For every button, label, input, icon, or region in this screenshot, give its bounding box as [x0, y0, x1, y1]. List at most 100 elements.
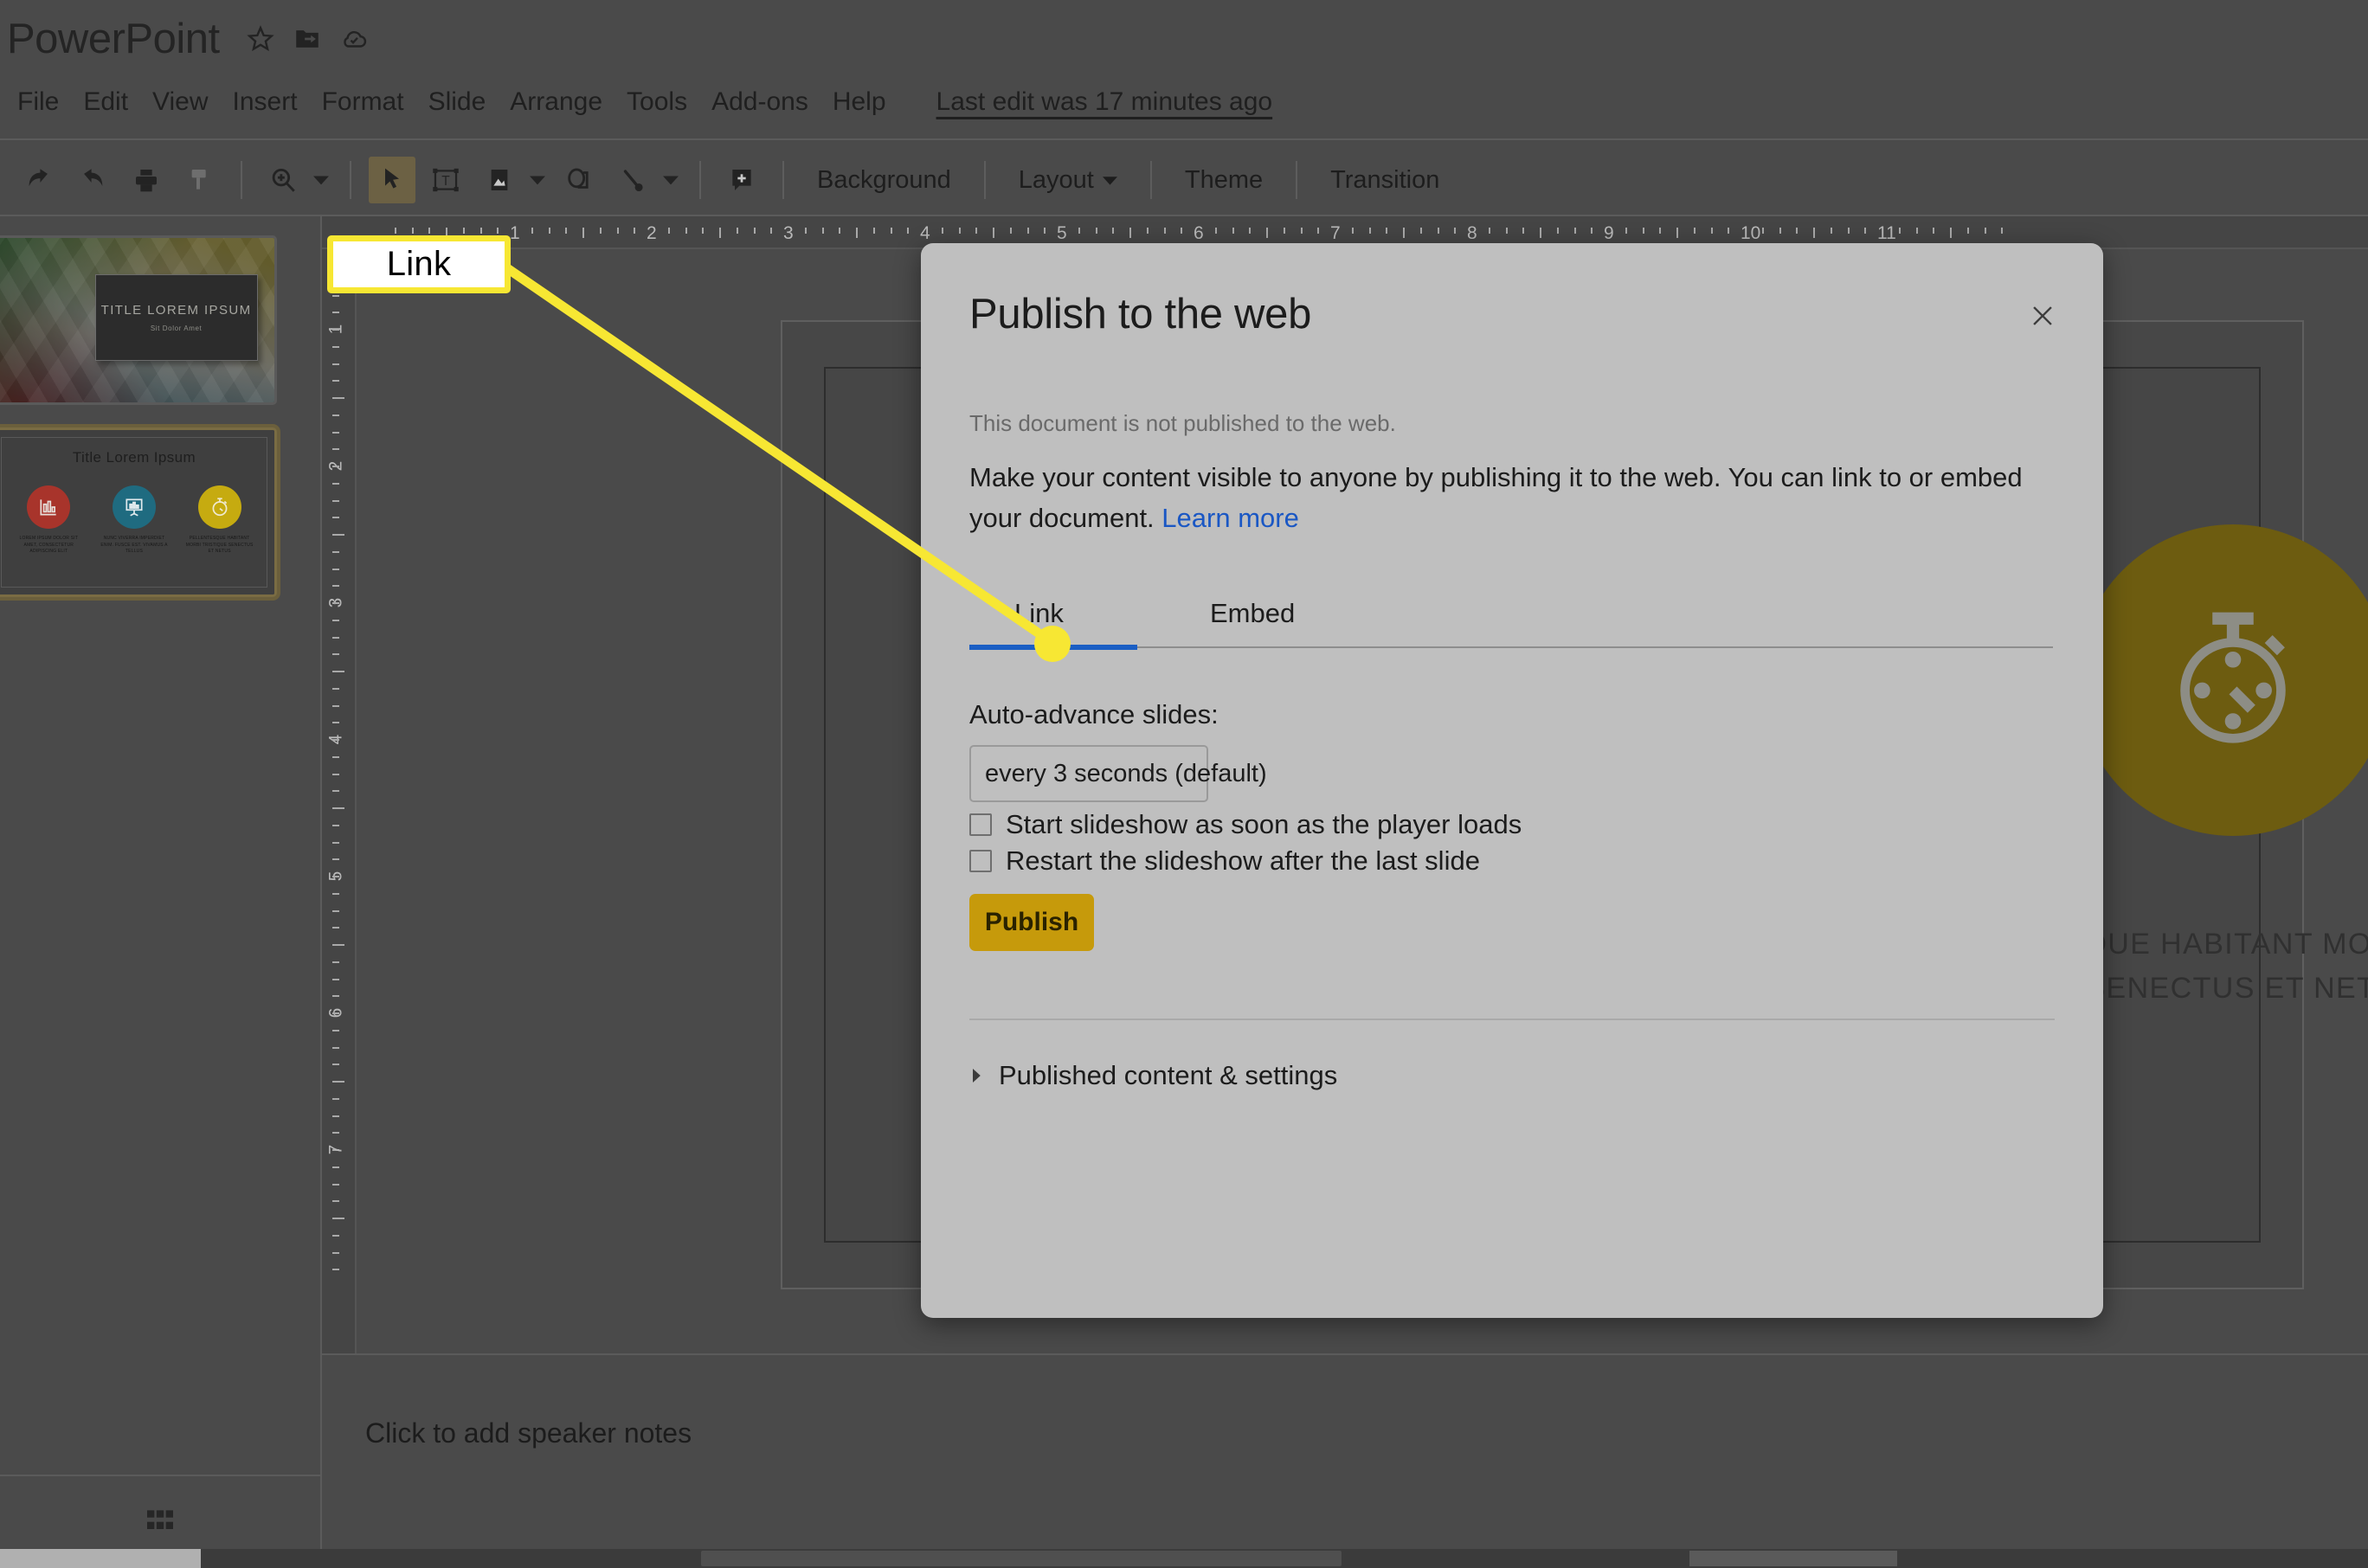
ruler-tick — [890, 228, 892, 234]
ruler-tick — [428, 228, 431, 234]
ruler-tick — [1317, 228, 1320, 234]
ruler-tick — [1009, 228, 1012, 234]
tab-embed[interactable]: Embed — [1210, 598, 1295, 645]
close-icon[interactable] — [2024, 297, 2062, 335]
ruler-tick — [839, 228, 841, 234]
publish-button[interactable]: Publish — [969, 894, 1094, 951]
menu-item-view[interactable]: View — [140, 86, 220, 119]
ruler-tick — [332, 671, 344, 672]
dialog-description: Make your content visible to anyone by p… — [969, 458, 2034, 538]
scrollbar-thumb[interactable] — [701, 1551, 1342, 1566]
ruler-tick — [702, 228, 705, 234]
ruler-tick — [1403, 228, 1405, 238]
comment-icon[interactable] — [718, 157, 765, 203]
slide-thumbnail-1[interactable]: TITLE LOREM IPSUM Sit Dolor Amet — [0, 235, 277, 405]
start-slideshow-checkbox[interactable] — [969, 813, 992, 836]
auto-advance-value: every 3 seconds (default) — [985, 759, 1267, 787]
ruler-tick — [332, 448, 339, 451]
ruler-tick — [821, 228, 824, 234]
menu-item-arrange[interactable]: Arrange — [498, 86, 615, 119]
ruler-tick — [332, 602, 339, 604]
tab-link[interactable]: Link — [1014, 598, 1064, 645]
print-icon[interactable] — [123, 157, 170, 203]
published-content-settings-row[interactable]: Published content & settings — [969, 1060, 1337, 1091]
menu-item-addons[interactable]: Add-ons — [699, 86, 820, 119]
ruler-tick — [1796, 228, 1799, 234]
slide1-title-card: TITLE LOREM IPSUM Sit Dolor Amet — [94, 273, 258, 362]
last-edit-status[interactable]: Last edit was 17 minutes ago — [936, 87, 1273, 117]
select-icon[interactable] — [369, 157, 415, 203]
line-icon[interactable] — [609, 157, 656, 203]
slide2-column-2: NUNC VIVERRA IMPERDIET ENIM. FUSCE EST. … — [98, 485, 171, 556]
vertical-ruler[interactable]: 1234567 — [322, 249, 357, 1353]
menu-item-slide[interactable]: Slide — [416, 86, 499, 119]
zoom-icon[interactable] — [260, 157, 306, 203]
ruler-tick — [1249, 228, 1252, 234]
ruler-tick — [667, 228, 670, 234]
ruler-tick — [332, 824, 339, 826]
speaker-notes-panel[interactable]: Click to add speaker notes — [322, 1353, 2368, 1568]
slide2-column-1: LOREM IPSUM DOLOR SIT AMET, CONSECTETUR … — [12, 485, 85, 556]
ruler-tick — [1915, 228, 1918, 234]
ruler-tick — [1232, 228, 1234, 234]
theme-button[interactable]: Theme — [1166, 165, 1282, 194]
auto-advance-select[interactable]: every 3 seconds (default) — [969, 745, 1267, 802]
ruler-tick — [1693, 228, 1696, 234]
ruler-label: 9 — [1604, 223, 1614, 243]
app-window: PowerPoint File Edit View Insert Format … — [0, 0, 2368, 1568]
ruler-tick — [332, 517, 339, 519]
grid-view-icon[interactable] — [143, 1503, 177, 1542]
menu-item-format[interactable]: Format — [310, 86, 416, 119]
ruler-tick — [1710, 228, 1713, 234]
checkbox-row-start-slideshow[interactable]: Start slideshow as soon as the player lo… — [969, 809, 1522, 840]
ruler-tick — [332, 944, 344, 946]
move-to-folder-icon[interactable] — [293, 24, 322, 54]
line-caret-icon[interactable] — [660, 157, 682, 203]
undo-icon[interactable] — [16, 157, 62, 203]
image-caret-icon[interactable] — [526, 157, 549, 203]
horizontal-scrollbar[interactable] — [0, 1549, 2368, 1568]
menu-item-file[interactable]: File — [5, 86, 71, 119]
restart-slideshow-checkbox[interactable] — [969, 850, 992, 872]
start-slideshow-label[interactable]: Start slideshow as soon as the player lo… — [1006, 809, 1522, 840]
menu-item-edit[interactable]: Edit — [71, 86, 140, 119]
layout-button[interactable]: Layout — [1000, 167, 1136, 193]
restart-slideshow-label[interactable]: Restart the slideshow after the last sli… — [1006, 845, 1480, 877]
theme-label: Theme — [1184, 165, 1264, 194]
checkbox-row-restart-slideshow[interactable]: Restart the slideshow after the last sli… — [969, 845, 1480, 877]
paint-format-icon[interactable] — [177, 157, 223, 203]
menu-item-insert[interactable]: Insert — [221, 86, 310, 119]
publish-to-web-dialog: Publish to the web This document is not … — [921, 243, 2103, 1318]
star-icon[interactable] — [246, 24, 275, 54]
ruler-tick — [1505, 228, 1508, 234]
ruler-tick — [975, 228, 978, 234]
slide-thumbnail-2[interactable]: Title Lorem Ipsum LOREM IPSUM DOLOR SIT … — [0, 427, 277, 597]
menu-item-tools[interactable]: Tools — [615, 86, 699, 119]
ruler-label: 4 — [920, 223, 930, 243]
transition-label: Transition — [1330, 165, 1440, 194]
ruler-tick — [1419, 228, 1422, 234]
scrollbar-left-cap — [0, 1549, 201, 1568]
redo-icon[interactable] — [69, 157, 116, 203]
cloud-saved-icon[interactable] — [339, 24, 369, 54]
learn-more-link[interactable]: Learn more — [1161, 503, 1299, 533]
ruler-tick — [411, 228, 414, 234]
background-button[interactable]: Background — [798, 167, 970, 193]
ruler-tick — [332, 790, 339, 793]
slide2-caption-3: PELLENTESQUE HABITANT MORBI TRISTIQUE SE… — [185, 536, 254, 554]
menu-item-help[interactable]: Help — [820, 86, 898, 119]
ruler-tick — [1129, 228, 1131, 238]
ruler-tick — [1078, 228, 1080, 234]
insert-image-icon[interactable] — [476, 157, 523, 203]
document-title[interactable]: PowerPoint — [7, 17, 220, 61]
toolbar-divider — [241, 161, 242, 199]
zoom-caret-icon[interactable] — [310, 157, 332, 203]
text-box-icon[interactable]: T — [422, 157, 469, 203]
menu-divider — [0, 138, 2368, 140]
ruler-tick — [332, 294, 339, 297]
transition-button[interactable]: Transition — [1311, 165, 1458, 194]
shape-icon[interactable] — [556, 157, 602, 203]
ruler-tick — [804, 228, 807, 234]
slide2-title: Title Lorem Ipsum — [72, 449, 196, 466]
ruler-tick — [332, 1097, 339, 1100]
